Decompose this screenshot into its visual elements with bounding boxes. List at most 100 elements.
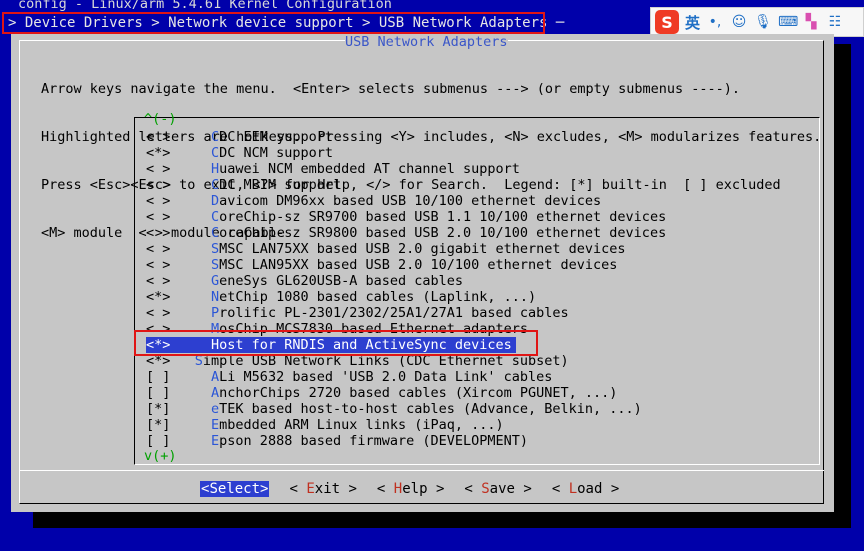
- button-load[interactable]: < Load >: [552, 481, 619, 497]
- item-state[interactable]: < >: [146, 161, 170, 177]
- item-hotkey: N: [211, 289, 220, 305]
- item-indent: [170, 401, 211, 417]
- item-state[interactable]: < >: [146, 305, 170, 321]
- menu-items: < > CDC EEM support <*> CDC NCM support < …: [146, 129, 666, 449]
- item-label: MSC LAN75XX based USB 2.0 gigabit ethern…: [219, 241, 626, 257]
- item-hotkey: D: [211, 193, 220, 209]
- button-label: < Load >: [551, 481, 620, 497]
- menuconfig-dialog: USB Network Adapters Arrow keys navigate…: [11, 34, 834, 512]
- button-text: elect: [217, 481, 261, 497]
- punctuation-icon[interactable]: •,: [706, 14, 724, 30]
- menu-item[interactable]: < > CoreChip-sz SR9800 based USB 2.0 10/…: [146, 225, 666, 241]
- breadcrumb-highlight-box: [2, 12, 545, 34]
- item-indent: [170, 225, 211, 241]
- menu-item[interactable]: < > CDC EEM support: [146, 129, 666, 145]
- menu-item[interactable]: < > Huawei NCM embedded AT channel suppo…: [146, 161, 666, 177]
- item-state[interactable]: < >: [146, 225, 170, 241]
- item-label: nchorChips 2720 based cables (Xircom PGU…: [219, 385, 618, 401]
- sogou-logo-icon[interactable]: S: [655, 10, 679, 34]
- item-label: Li M5632 based 'USB 2.0 Data Link' cable…: [219, 369, 553, 385]
- button-text: oad: [577, 481, 603, 497]
- button-label: <Select>: [200, 481, 270, 497]
- button-help[interactable]: < Help >: [377, 481, 444, 497]
- item-state[interactable]: < >: [146, 177, 170, 193]
- button-hotkey: L: [568, 481, 578, 497]
- item-state[interactable]: [ ]: [146, 385, 170, 401]
- button-text: elp: [402, 481, 428, 497]
- item-state[interactable]: < >: [146, 257, 170, 273]
- item-indent: [170, 433, 211, 449]
- menu-item[interactable]: <*> NetChip 1080 based cables (Laplink, …: [146, 289, 666, 305]
- item-indent: [170, 161, 211, 177]
- item-hotkey: C: [211, 209, 220, 225]
- menu-item[interactable]: < > CDC MBIM support: [146, 177, 666, 193]
- item-state[interactable]: < >: [146, 129, 170, 145]
- item-hotkey: E: [211, 433, 220, 449]
- item-state[interactable]: <*>: [146, 145, 170, 161]
- button-text: xit: [314, 481, 341, 497]
- emoji-icon[interactable]: ☺: [730, 14, 748, 30]
- item-state[interactable]: < >: [146, 193, 170, 209]
- item-label: uawei NCM embedded AT channel support: [219, 161, 520, 177]
- item-indent: [170, 177, 211, 193]
- item-label: oreChip-sz SR9700 based USB 1.1 10/100 e…: [219, 209, 667, 225]
- keyboard-icon[interactable]: ⌨: [778, 14, 798, 30]
- menu-item[interactable]: < > SMSC LAN95XX based USB 2.0 10/100 et…: [146, 257, 666, 273]
- microphone-icon[interactable]: 🎙: [754, 14, 772, 30]
- item-hotkey: S: [211, 241, 220, 257]
- item-label: DC EEM support: [219, 129, 333, 145]
- item-state[interactable]: [*]: [146, 401, 170, 417]
- help-line: Arrow keys navigate the menu. <Enter> se…: [41, 81, 740, 97]
- item-label: oreChip-sz SR9800 based USB 2.0 10/100 e…: [219, 225, 667, 241]
- item-indent: [170, 417, 211, 433]
- item-state[interactable]: < >: [146, 209, 170, 225]
- button-hotkey: E: [306, 481, 315, 497]
- menu-item[interactable]: < > SMSC LAN75XX based USB 2.0 gigabit e…: [146, 241, 666, 257]
- item-label: eneSys GL620USB-A based cables: [219, 273, 464, 289]
- item-indent: [170, 305, 211, 321]
- item-hotkey: C: [211, 225, 220, 241]
- item-hotkey: A: [211, 369, 220, 385]
- language-mode-toggle[interactable]: 英: [685, 12, 700, 33]
- item-state[interactable]: < >: [146, 273, 170, 289]
- button-select[interactable]: <Select>: [200, 481, 270, 497]
- item-state[interactable]: <*>: [146, 289, 170, 305]
- menu-item[interactable]: [ ] AnchorChips 2720 based cables (Xirco…: [146, 385, 666, 401]
- skin-icon[interactable]: ▚: [802, 14, 820, 30]
- scroll-down-indicator[interactable]: v(+): [144, 448, 177, 464]
- item-indent: [170, 289, 211, 305]
- button-save[interactable]: < Save >: [464, 481, 531, 497]
- dialog-title: USB Network Adapters: [345, 34, 508, 50]
- item-hotkey: E: [211, 417, 220, 433]
- item-label: mbedded ARM Linux links (iPaq, ...): [219, 417, 504, 433]
- item-state[interactable]: [ ]: [146, 433, 170, 449]
- menu-item[interactable]: < > Prolific PL-2301/2302/25A1/27A1 base…: [146, 305, 666, 321]
- selected-item-highlight-box: [134, 330, 538, 356]
- button-label: < Save >: [464, 481, 532, 497]
- menu-item[interactable]: [*] Embedded ARM Linux links (iPaq, ...): [146, 417, 666, 433]
- item-label: rolific PL-2301/2302/25A1/27A1 based cab…: [219, 305, 569, 321]
- item-state[interactable]: < >: [146, 241, 170, 257]
- scroll-up-indicator[interactable]: ^(-): [144, 111, 177, 127]
- item-label: avicom DM96xx based USB 10/100 ethernet …: [219, 193, 602, 209]
- button-hotkey: H: [393, 481, 403, 497]
- menu-item[interactable]: <*> CDC NCM support: [146, 145, 666, 161]
- menu-item[interactable]: < > GeneSys GL620USB-A based cables: [146, 273, 666, 289]
- menu-item[interactable]: [*] eTEK based host-to-host cables (Adva…: [146, 401, 666, 417]
- menu-item[interactable]: < > CoreChip-sz SR9700 based USB 1.1 10/…: [146, 209, 666, 225]
- menu-item[interactable]: [ ] ALi M5632 based 'USB 2.0 Data Link' …: [146, 369, 666, 385]
- item-label: pson 2888 based firmware (DEVELOPMENT): [219, 433, 529, 449]
- menu-icon[interactable]: ☷: [826, 14, 844, 30]
- item-hotkey: G: [211, 273, 220, 289]
- button-bar: <Select> < Exit > < Help > < Save > < Load >: [200, 481, 639, 497]
- button-exit[interactable]: < Exit >: [289, 481, 356, 497]
- item-state[interactable]: [*]: [146, 417, 170, 433]
- button-hotkey: S: [209, 481, 218, 497]
- menu-item[interactable]: [ ] Epson 2888 based firmware (DEVELOPME…: [146, 433, 666, 449]
- menu-item[interactable]: < > Davicom DM96xx based USB 10/100 ethe…: [146, 193, 666, 209]
- item-indent: [170, 385, 211, 401]
- button-separator: [19, 470, 824, 471]
- item-hotkey: C: [211, 129, 220, 145]
- button-text: ave: [489, 481, 515, 497]
- item-state[interactable]: [ ]: [146, 369, 170, 385]
